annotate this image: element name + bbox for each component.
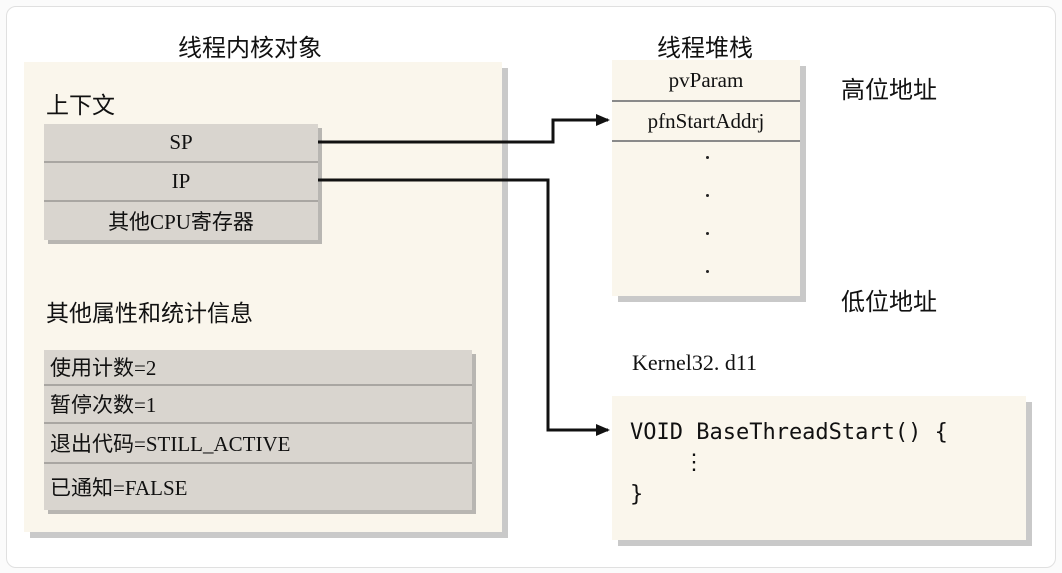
connector-arrows: [318, 114, 610, 436]
diagram-canvas: 线程内核对象 上下文 SP IP 其他CPU寄存器 其他属性和统计信息 使用计数…: [0, 0, 1062, 573]
sp-to-stack-arrow: [318, 114, 610, 144]
ip-to-code-arrow: [318, 178, 610, 436]
